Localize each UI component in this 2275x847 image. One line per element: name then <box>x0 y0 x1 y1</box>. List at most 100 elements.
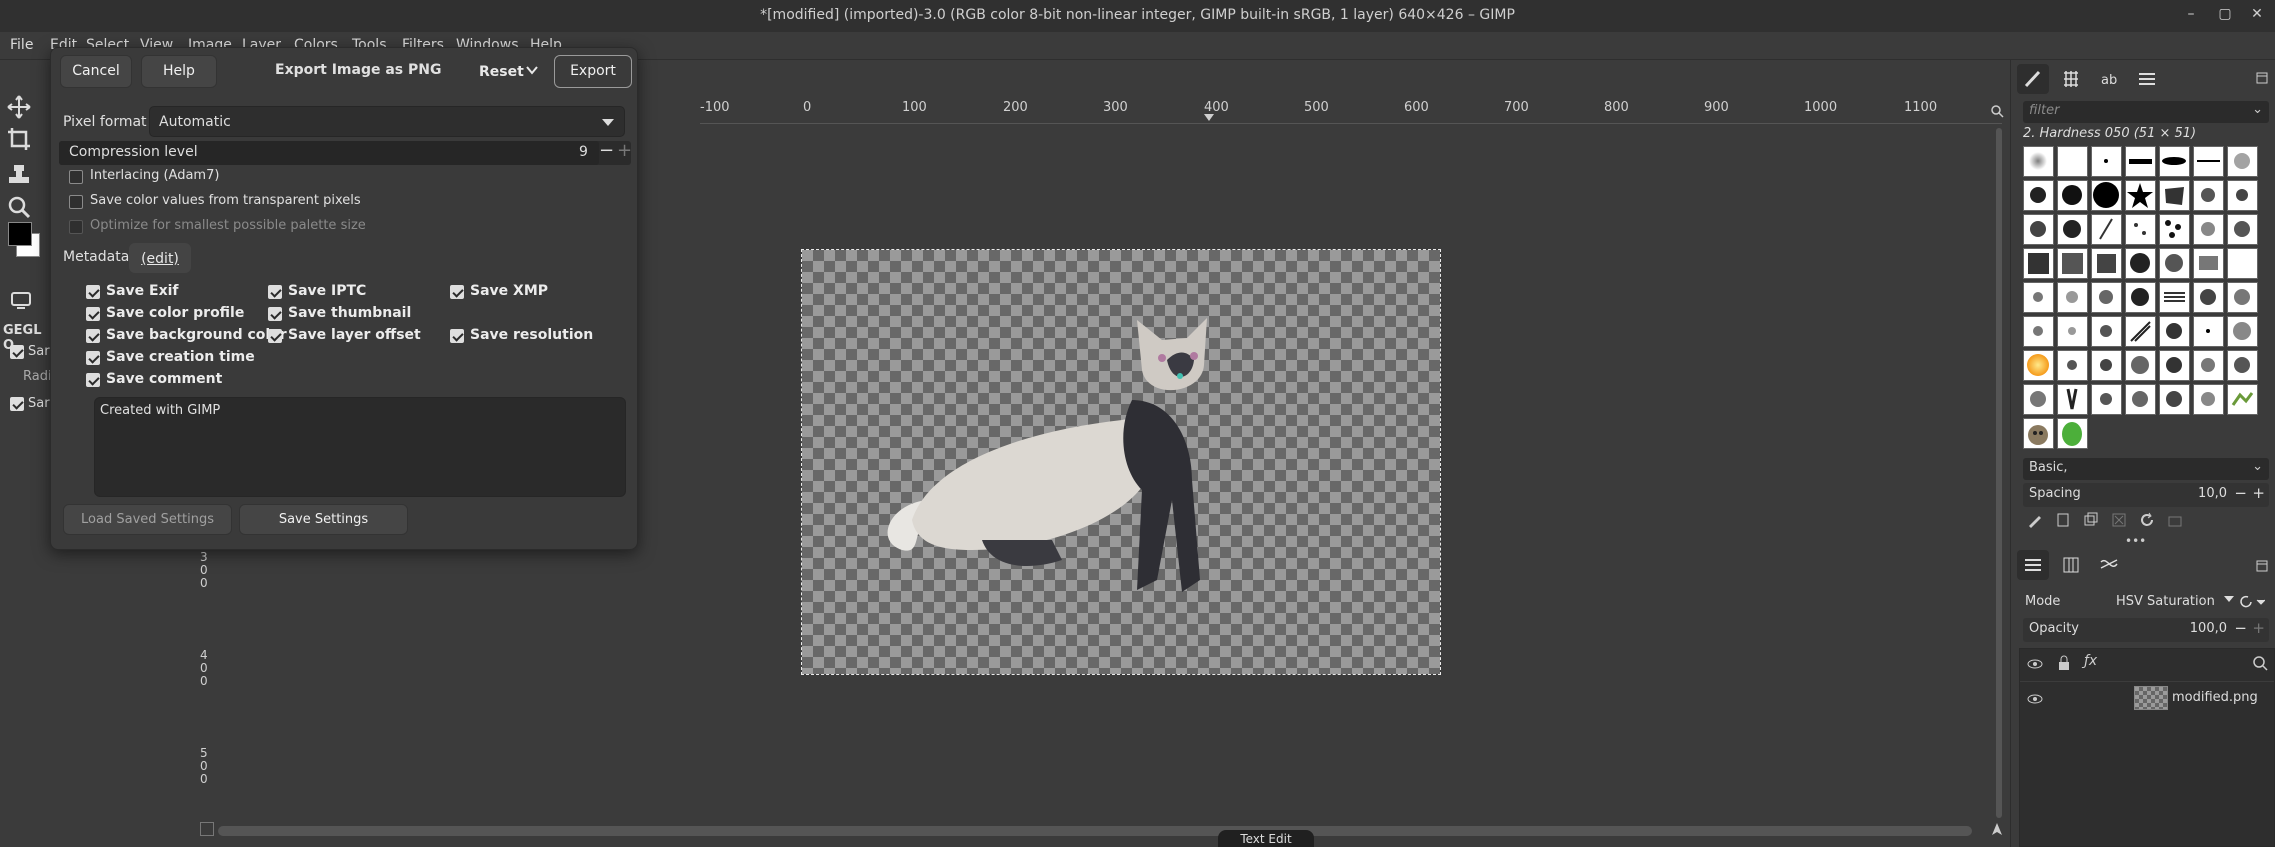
plus-icon[interactable]: + <box>2252 484 2265 502</box>
navigate-icon[interactable] <box>1990 822 2004 836</box>
brush-item[interactable] <box>2159 180 2190 211</box>
brush-item[interactable] <box>2023 282 2054 313</box>
export-button[interactable]: Export <box>554 55 632 88</box>
paths-tab-icon[interactable] <box>2093 550 2125 580</box>
new-brush-icon[interactable] <box>2055 512 2071 528</box>
opacity-slider[interactable]: Opacity 100,0 − + <box>2023 618 2269 642</box>
brush-item[interactable] <box>2227 350 2258 381</box>
brush-item[interactable] <box>2091 384 2122 415</box>
crop-tool-icon[interactable] <box>6 126 32 152</box>
brush-item[interactable] <box>2057 146 2088 177</box>
brush-item[interactable] <box>2193 248 2224 279</box>
brush-item[interactable] <box>2057 180 2088 211</box>
save-xmp-checkbox[interactable] <box>450 285 464 299</box>
brush-item[interactable] <box>2227 248 2258 279</box>
image-canvas[interactable] <box>801 249 1441 675</box>
brush-item[interactable] <box>2091 146 2122 177</box>
duplicate-brush-icon[interactable] <box>2083 512 2099 528</box>
brush-item[interactable] <box>2057 384 2088 415</box>
reset-menu-button[interactable]: Reset <box>479 62 541 82</box>
gegl-option-checkbox-1[interactable] <box>10 345 24 359</box>
brush-grid[interactable] <box>2023 146 2268 450</box>
brush-item[interactable] <box>2193 282 2224 313</box>
gegl-option-checkbox-3[interactable] <box>10 397 24 411</box>
edit-brush-icon[interactable] <box>2027 512 2043 528</box>
save-color-values-checkbox[interactable] <box>69 195 83 209</box>
brush-item[interactable] <box>2193 146 2224 177</box>
brush-item[interactable] <box>2193 214 2224 245</box>
brush-item[interactable] <box>2125 214 2156 245</box>
pixel-format-select[interactable]: Automatic <box>149 106 625 137</box>
document-history-tab-icon[interactable] <box>2131 64 2163 94</box>
brush-item[interactable] <box>2091 248 2122 279</box>
brush-item[interactable] <box>2193 350 2224 381</box>
plus-icon[interactable]: + <box>2252 619 2265 637</box>
navigate-search-icon[interactable] <box>1990 104 2004 118</box>
brush-item[interactable] <box>2159 282 2190 313</box>
save-exif-checkbox[interactable] <box>86 285 100 299</box>
brush-item[interactable] <box>2091 350 2122 381</box>
brush-item[interactable] <box>2023 316 2054 347</box>
brush-item[interactable] <box>2227 180 2258 211</box>
brush-item[interactable] <box>2227 282 2258 313</box>
brush-item[interactable] <box>2023 214 2054 245</box>
quick-mask-toggle[interactable] <box>200 822 214 836</box>
clone-tool-icon[interactable] <box>6 160 32 186</box>
brushes-tab-icon[interactable] <box>2017 64 2049 94</box>
brush-item[interactable] <box>2091 180 2122 211</box>
brush-item[interactable] <box>2057 350 2088 381</box>
vertical-scrollbar[interactable] <box>1996 128 2002 818</box>
optimize-palette-checkbox[interactable] <box>69 220 83 234</box>
save-iptc-checkbox[interactable] <box>268 285 282 299</box>
plus-icon[interactable]: + <box>617 140 632 161</box>
minus-icon[interactable]: − <box>2234 484 2247 502</box>
configure-tab-icon[interactable] <box>2256 72 2268 84</box>
help-button[interactable]: Help <box>141 55 217 88</box>
metadata-edit-button[interactable]: (edit) <box>129 243 191 273</box>
open-brush-icon[interactable] <box>2167 512 2183 528</box>
save-creation-time-checkbox[interactable] <box>86 351 100 365</box>
brush-item[interactable] <box>2159 146 2190 177</box>
channels-tab-icon[interactable] <box>2055 550 2087 580</box>
brush-filter-input[interactable]: filter ⌄ <box>2023 101 2269 123</box>
brush-item[interactable] <box>2125 316 2156 347</box>
brush-item[interactable] <box>2023 146 2054 177</box>
search-icon[interactable] <box>2252 655 2268 671</box>
brush-item[interactable] <box>2193 384 2224 415</box>
compression-level-slider[interactable]: Compression level 9 − + <box>59 140 632 165</box>
save-background-color-checkbox[interactable] <box>86 329 100 343</box>
fonts-tab-icon[interactable]: ab <box>2093 64 2125 94</box>
cancel-button[interactable]: Cancel <box>60 55 132 88</box>
patterns-tab-icon[interactable] <box>2055 64 2087 94</box>
interlacing-checkbox[interactable] <box>69 170 83 184</box>
close-button[interactable]: ✕ <box>2246 6 2268 26</box>
brush-item[interactable] <box>2057 248 2088 279</box>
brush-item[interactable] <box>2227 146 2258 177</box>
brush-item[interactable] <box>2227 316 2258 347</box>
save-resolution-checkbox[interactable] <box>450 329 464 343</box>
brush-item[interactable] <box>2091 316 2122 347</box>
brush-item[interactable] <box>2159 350 2190 381</box>
layer-mode-select[interactable]: HSV Saturation <box>2116 592 2234 614</box>
brush-item[interactable] <box>2227 384 2258 415</box>
brush-item[interactable] <box>2023 180 2054 211</box>
brush-item[interactable] <box>2125 282 2156 313</box>
brush-item[interactable] <box>2159 316 2190 347</box>
layers-tab-icon[interactable] <box>2017 550 2049 580</box>
brush-item[interactable] <box>2125 180 2156 211</box>
load-saved-settings-button[interactable]: Load Saved Settings <box>63 504 232 535</box>
brush-item[interactable] <box>2057 418 2088 449</box>
brush-item[interactable] <box>2193 316 2224 347</box>
brush-item[interactable] <box>2125 146 2156 177</box>
layer-row[interactable]: modified.png <box>2020 683 2274 713</box>
more-dots-icon[interactable]: ••• <box>2125 534 2146 548</box>
device-status-icon[interactable] <box>8 286 34 312</box>
save-settings-button[interactable]: Save Settings <box>239 504 408 535</box>
delete-brush-icon[interactable] <box>2111 512 2127 528</box>
brush-item[interactable] <box>2159 248 2190 279</box>
brush-item[interactable] <box>2159 214 2190 245</box>
brush-item[interactable] <box>2057 214 2088 245</box>
save-layer-offset-checkbox[interactable] <box>268 329 282 343</box>
mode-switch-icon[interactable] <box>2239 593 2265 611</box>
brush-item[interactable] <box>2023 384 2054 415</box>
